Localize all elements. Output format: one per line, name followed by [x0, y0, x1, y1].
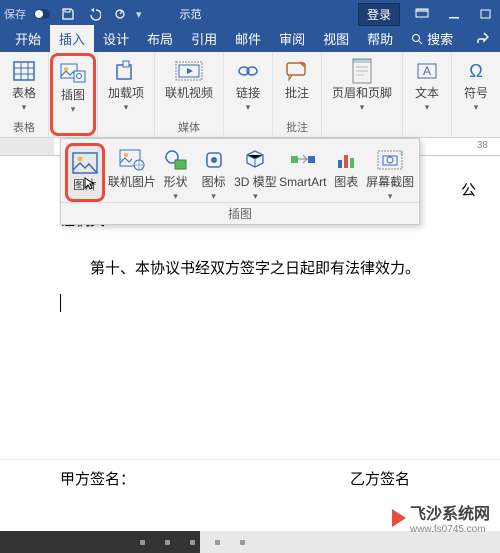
chevron-down-icon: ▾	[474, 102, 479, 113]
textbox-icon: A	[413, 57, 441, 85]
maximize-icon[interactable]	[476, 4, 496, 24]
chart-button[interactable]: 图表	[327, 143, 365, 202]
text-button[interactable]: A 文本 ▾	[407, 54, 447, 137]
online-video-button[interactable]: 联机视频	[159, 54, 219, 119]
smartart-icon	[289, 146, 317, 174]
shapes-icon	[162, 146, 190, 174]
tab-insert[interactable]: 插入	[50, 25, 94, 52]
share-icon[interactable]	[466, 27, 500, 52]
header-footer-icon	[348, 57, 376, 85]
ribbon-group-symbols: Ω 符号 ▾	[452, 52, 500, 137]
svg-text:A: A	[423, 64, 431, 78]
undo-icon[interactable]	[84, 4, 104, 24]
chevron-down-icon: ▾	[211, 191, 216, 202]
login-button[interactable]: 登录	[358, 3, 400, 26]
table-icon	[10, 57, 38, 85]
chart-icon	[332, 146, 360, 174]
chevron-down-icon: ▾	[388, 191, 393, 202]
online-picture-icon	[118, 146, 146, 174]
ribbon: 表格 ▾ 表格 插图 ▾ 加载项 ▾	[0, 52, 500, 138]
search-icon	[411, 33, 423, 45]
tables-button[interactable]: 表格 ▾	[4, 54, 44, 119]
chevron-down-icon: ▾	[246, 102, 251, 113]
chevron-down-icon: ▾	[360, 102, 365, 113]
screenshot-icon: +	[376, 146, 404, 174]
chevron-down-icon: ▾	[124, 102, 129, 113]
addins-icon	[112, 57, 140, 85]
ribbon-group-illustrations: 插图 ▾	[49, 52, 98, 137]
icons-icon	[200, 146, 228, 174]
svg-text:Ω: Ω	[469, 61, 482, 81]
ribbon-group-headerfooter: 页眉和页脚 ▾	[322, 52, 403, 137]
party-b-sign-label: 乙方签名	[350, 468, 410, 489]
save-label: 保存	[4, 6, 26, 22]
chevron-down-icon: ▾	[253, 191, 258, 202]
online-pictures-button[interactable]: 联机图片	[107, 143, 157, 202]
tab-references[interactable]: 引用	[182, 25, 226, 52]
ribbon-group-text: A 文本 ▾	[403, 52, 452, 137]
tab-design[interactable]: 设计	[94, 25, 138, 52]
pictures-button[interactable]: 图片	[65, 143, 105, 202]
cursor-position	[60, 288, 446, 318]
redo-icon[interactable]	[110, 4, 130, 24]
comment-icon	[283, 57, 311, 85]
tab-view[interactable]: 视图	[314, 25, 358, 52]
picture-icon	[71, 149, 99, 177]
svg-text:+: +	[399, 150, 403, 159]
ribbon-group-comments: 批注 批注	[273, 52, 322, 137]
chevron-down-icon: ▾	[22, 102, 27, 113]
ribbon-group-addins: 加载项 ▾	[98, 52, 155, 137]
illustrations-popout: 图片 联机图片 形状 ▾ 图标 ▾ 3D 模型	[60, 138, 420, 225]
ribbon-group-tables: 表格 ▾ 表格	[0, 52, 49, 137]
watermark: 飞沙系统网 www.fs0745.com	[392, 500, 490, 535]
party-a-sign-label: 甲方签名：	[60, 468, 135, 489]
tab-mailings[interactable]: 邮件	[226, 25, 270, 52]
symbols-button[interactable]: Ω 符号 ▾	[456, 54, 496, 137]
tab-review[interactable]: 审阅	[270, 25, 314, 52]
tab-help[interactable]: 帮助	[358, 25, 402, 52]
search-box[interactable]: 搜索	[402, 25, 462, 52]
ribbon-display-icon[interactable]	[412, 4, 432, 24]
symbol-icon: Ω	[462, 57, 490, 85]
chevron-down-icon: ▾	[425, 102, 430, 113]
popout-group-label: 插图	[61, 202, 419, 224]
qat-dd-label[interactable]: ▾	[136, 8, 142, 21]
ribbon-group-media: 联机视频 媒体	[155, 52, 224, 137]
titlebar: 保存 ▾ 示范 登录	[0, 0, 500, 28]
addins-button[interactable]: 加载项 ▾	[102, 54, 150, 137]
illustrations-button[interactable]: 插图 ▾	[50, 53, 96, 136]
comment-button[interactable]: 批注	[277, 54, 317, 119]
tab-layout[interactable]: 布局	[138, 25, 182, 52]
links-button[interactable]: 链接 ▾	[228, 54, 268, 137]
smartart-button[interactable]: SmartArt	[278, 143, 327, 202]
watermark-logo-icon	[392, 509, 406, 527]
save-icon[interactable]	[58, 4, 78, 24]
3d-models-button[interactable]: 3D 模型 ▾	[233, 143, 279, 202]
signature-row: 甲方签名： 乙方签名	[0, 459, 500, 497]
screenshot-button[interactable]: + 屏幕截图 ▾	[365, 143, 415, 202]
chevron-down-icon: ▾	[173, 191, 178, 202]
chevron-down-icon: ▾	[71, 104, 76, 115]
ribbon-group-links: 链接 ▾	[224, 52, 273, 137]
header-footer-button[interactable]: 页眉和页脚 ▾	[326, 54, 398, 137]
autosave-toggle-icon[interactable]	[32, 4, 52, 24]
3d-model-icon	[241, 146, 269, 174]
cursor-pointer-icon	[84, 177, 96, 191]
ruler-mark: 38	[477, 140, 488, 151]
online-video-icon	[175, 57, 203, 85]
illustrations-icon	[59, 59, 87, 87]
minimize-icon[interactable]	[444, 4, 464, 24]
icons-button[interactable]: 图标 ▾	[195, 143, 233, 202]
doc-title: 示范	[180, 6, 202, 22]
doc-paragraph: 第十、本协议书经双方签字之日起即有法律效力。	[60, 254, 446, 284]
shapes-button[interactable]: 形状 ▾	[157, 143, 195, 202]
ribbon-tabs: 开始 插入 设计 布局 引用 邮件 审阅 视图 帮助 搜索	[0, 28, 500, 52]
tab-home[interactable]: 开始	[6, 25, 50, 52]
link-icon	[234, 57, 262, 85]
